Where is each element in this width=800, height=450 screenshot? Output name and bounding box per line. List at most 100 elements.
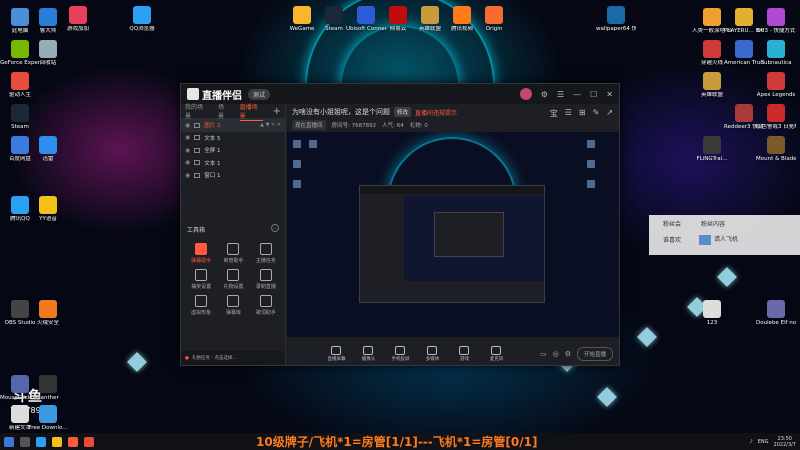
eye-icon[interactable]: ◎ xyxy=(553,350,559,358)
toolbox-item[interactable]: 主播任务 xyxy=(250,243,282,264)
desktop-icon[interactable]: Origin xyxy=(474,6,514,33)
visibility-icon[interactable]: ◉ xyxy=(185,159,190,166)
settings-icon[interactable]: ⚙ xyxy=(541,90,548,99)
capture-label: 多媒体 xyxy=(425,357,440,362)
capture-button[interactable]: 麦克风 xyxy=(485,346,507,362)
capture-button[interactable]: 直播屏幕 xyxy=(325,346,347,362)
desktop-icon-label: 迅雷 xyxy=(42,156,54,162)
toolbox-item[interactable]: 虚拟形象 xyxy=(185,295,217,316)
maximize-icon[interactable]: ☐ xyxy=(590,90,597,99)
record-icon[interactable]: ▭ xyxy=(540,350,547,358)
toolbox-item[interactable]: 礼物设置 xyxy=(217,269,249,290)
toolbox-item[interactable]: 弹幕库 xyxy=(217,295,249,316)
tool-label: 录制直播 xyxy=(255,284,276,290)
capture-button[interactable]: 手机投屏 xyxy=(389,346,411,362)
toolbox-item[interactable]: 房管助手 xyxy=(217,243,249,264)
desktop-icon[interactable]: Apex Legends xyxy=(756,72,796,99)
clock[interactable]: 23:50 2022/3/7 xyxy=(774,436,796,448)
desktop-icon[interactable]: QQ浏览器 xyxy=(122,6,162,33)
settings-icon[interactable]: ⚙ xyxy=(565,350,571,358)
desktop-icon[interactable]: Subnautica xyxy=(756,40,796,67)
desktop-icon[interactable]: panther xyxy=(28,375,68,402)
top-actions: 宝 ☰ ⊞ ✎ ↗ xyxy=(550,108,613,119)
version-badge[interactable]: 测试 xyxy=(248,88,271,100)
desktop-icon[interactable]: 英雄联盟 xyxy=(692,72,732,99)
stream-meta-item[interactable]: 现在直播间 xyxy=(292,120,326,130)
scene-tab[interactable]: 场景 xyxy=(218,102,230,120)
taskbar-app-icon[interactable] xyxy=(52,436,62,447)
lock-icon[interactable] xyxy=(194,147,201,153)
close-icon[interactable]: ✕ xyxy=(606,90,613,99)
desktop-icon[interactable]: BH3 - 快捷方式 xyxy=(756,8,796,35)
taskbar-app-icon[interactable] xyxy=(68,436,78,447)
scene-tab[interactable]: 我的场景 xyxy=(185,102,208,120)
desktop-icon[interactable]: 火绒安全 xyxy=(28,300,68,327)
source-ops-icon[interactable]: ▲ ▼ ✎ ✕ xyxy=(260,122,281,128)
source-item[interactable]: ◉ 窗口 1 xyxy=(181,169,285,182)
visibility-icon[interactable]: ◉ xyxy=(185,172,190,179)
stream-title: 为啥没有小姐姐呢，这是个问题 xyxy=(292,108,390,116)
top-action-icon[interactable]: ⊞ xyxy=(579,108,586,119)
violation-warning[interactable]: 直播间违规提示 xyxy=(415,108,457,117)
visibility-icon[interactable]: ◉ xyxy=(185,147,190,154)
capture-button[interactable]: 多媒体 xyxy=(421,346,443,362)
status-line[interactable]: ● 礼物任务 - 点击选择... xyxy=(181,351,285,365)
menu-icon[interactable]: ☰ xyxy=(557,90,564,99)
desktop-icon[interactable]: Steam xyxy=(0,104,40,131)
start-live-button[interactable]: 开始直播 xyxy=(576,347,613,361)
desktop-icon[interactable]: YY语音 xyxy=(28,196,68,223)
panel-item-2[interactable]: 请人飞机 xyxy=(699,234,738,245)
language-indicator[interactable]: ENG xyxy=(758,439,769,445)
app-icon xyxy=(11,104,29,122)
avatar[interactable] xyxy=(519,88,532,100)
source-item[interactable]: ◉ 全屏 1 xyxy=(181,144,285,157)
start-icon[interactable] xyxy=(4,436,14,447)
desktop-icon[interactable]: wallpaper64 快捷方式 xyxy=(596,6,636,33)
desktop-icon[interactable]: Free Downlo... xyxy=(28,405,68,432)
toolbox-item[interactable]: 抽奖设置 xyxy=(185,269,217,290)
lock-icon[interactable] xyxy=(194,160,201,166)
desktop-icon[interactable]: 红色警戒3 日冕Mod xyxy=(756,104,796,131)
lock-icon[interactable] xyxy=(194,122,201,128)
source-item[interactable]: ◉ 图片 2 ▲ ▼ ✎ ✕ xyxy=(181,119,285,132)
top-action-icon[interactable]: ✎ xyxy=(593,108,600,119)
toolbox-item[interactable]: 弹幕助手 xyxy=(185,243,217,264)
lock-icon[interactable] xyxy=(194,172,201,178)
capture-button[interactable]: 游戏 xyxy=(453,346,475,362)
desktop-icon[interactable]: Doulebe Elf no xyxy=(756,300,796,327)
desktop-icon[interactable]: 迅雷 xyxy=(28,136,68,163)
taskbar-app-icon[interactable] xyxy=(36,436,46,447)
top-action-icon[interactable]: 宝 xyxy=(550,108,558,119)
desktop-icon[interactable]: Mount & Blade II xyxy=(756,136,796,163)
toolbox-item[interactable]: 歌词助手 xyxy=(250,295,282,316)
desktop-icon[interactable]: 123 xyxy=(692,300,732,327)
edit-title-button[interactable]: 修改 xyxy=(394,107,412,117)
toolbox-item[interactable]: 录制直播 xyxy=(250,269,282,290)
visibility-icon[interactable]: ◉ xyxy=(185,122,190,129)
toolbox-more-icon[interactable]: … xyxy=(271,224,279,232)
desktop-icon[interactable]: FLiNGTrai... xyxy=(692,136,732,163)
top-action-icon[interactable]: ☰ xyxy=(565,108,572,119)
tool-label: 抽奖设置 xyxy=(191,284,212,290)
lock-icon[interactable] xyxy=(194,135,201,141)
stream-preview[interactable] xyxy=(287,132,619,337)
add-scene-icon[interactable]: + xyxy=(273,106,281,117)
tool-icon xyxy=(195,269,208,281)
source-item[interactable]: ◉ 文本 5 xyxy=(181,132,285,145)
visibility-icon[interactable]: ◉ xyxy=(185,134,190,141)
desktop-icon[interactable]: 驱动人生 xyxy=(0,72,40,99)
minimize-icon[interactable]: — xyxy=(573,90,581,99)
tool-icon xyxy=(259,243,272,255)
toolbox-grid: 弹幕助手 房管助手 主播任务抽奖设置 礼物设置 录制直播虚拟形象 弹幕库 歌词助手 xyxy=(185,243,282,316)
taskbar-app-icon[interactable] xyxy=(20,436,30,447)
app-icon xyxy=(133,6,151,24)
source-item[interactable]: ◉ 文本 1 xyxy=(181,157,285,170)
desktop-icon[interactable]: 回收站 xyxy=(28,40,68,67)
scene-tab[interactable]: 直播场景 xyxy=(239,102,263,121)
taskbar-app-icon[interactable] xyxy=(84,436,94,447)
capture-button[interactable]: 摄像头 xyxy=(357,346,379,362)
top-action-icon[interactable]: ↗ xyxy=(606,108,613,119)
volume-icon[interactable]: ♪ xyxy=(750,439,753,445)
desktop-icon[interactable]: 游戏加加 xyxy=(58,6,98,33)
panel-item-1[interactable]: 谁喜欢 xyxy=(663,235,681,244)
